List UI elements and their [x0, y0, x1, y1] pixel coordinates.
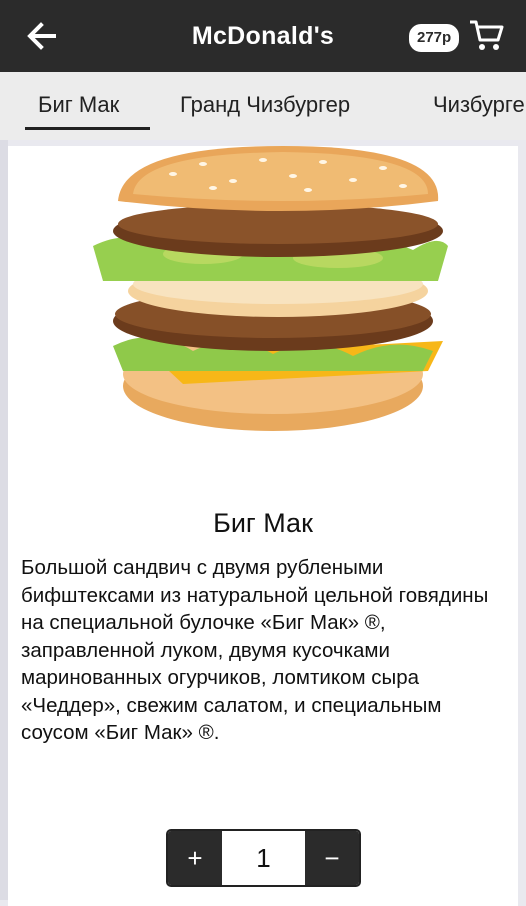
quantity-value: 1 — [222, 831, 305, 885]
tab-grand-cheeseburger[interactable]: Гранд Чизбургер — [180, 92, 350, 118]
quantity-stepper: + 1 − — [166, 829, 361, 887]
active-tab-indicator — [25, 127, 150, 130]
decrease-quantity-button[interactable]: − — [305, 831, 359, 885]
tab-cheeseburger[interactable]: Чизбургер — [433, 92, 526, 118]
tab-big-mac[interactable]: Биг Мак — [38, 92, 119, 118]
background-edge — [0, 140, 8, 900]
cart-button[interactable] — [467, 16, 505, 54]
burger-image — [93, 146, 448, 431]
increase-quantity-button[interactable]: + — [168, 831, 222, 885]
app-bar: McDonald's 277р — [0, 0, 526, 72]
product-card: Биг Мак Большой сандвич с двумя рубленым… — [8, 146, 518, 906]
shopping-cart-icon — [470, 20, 504, 50]
product-title: Биг Мак — [213, 508, 313, 538]
cart-total-badge[interactable]: 277р — [409, 24, 460, 52]
product-description: Большой сандвич с двумя рублеными бифште… — [21, 556, 489, 744]
